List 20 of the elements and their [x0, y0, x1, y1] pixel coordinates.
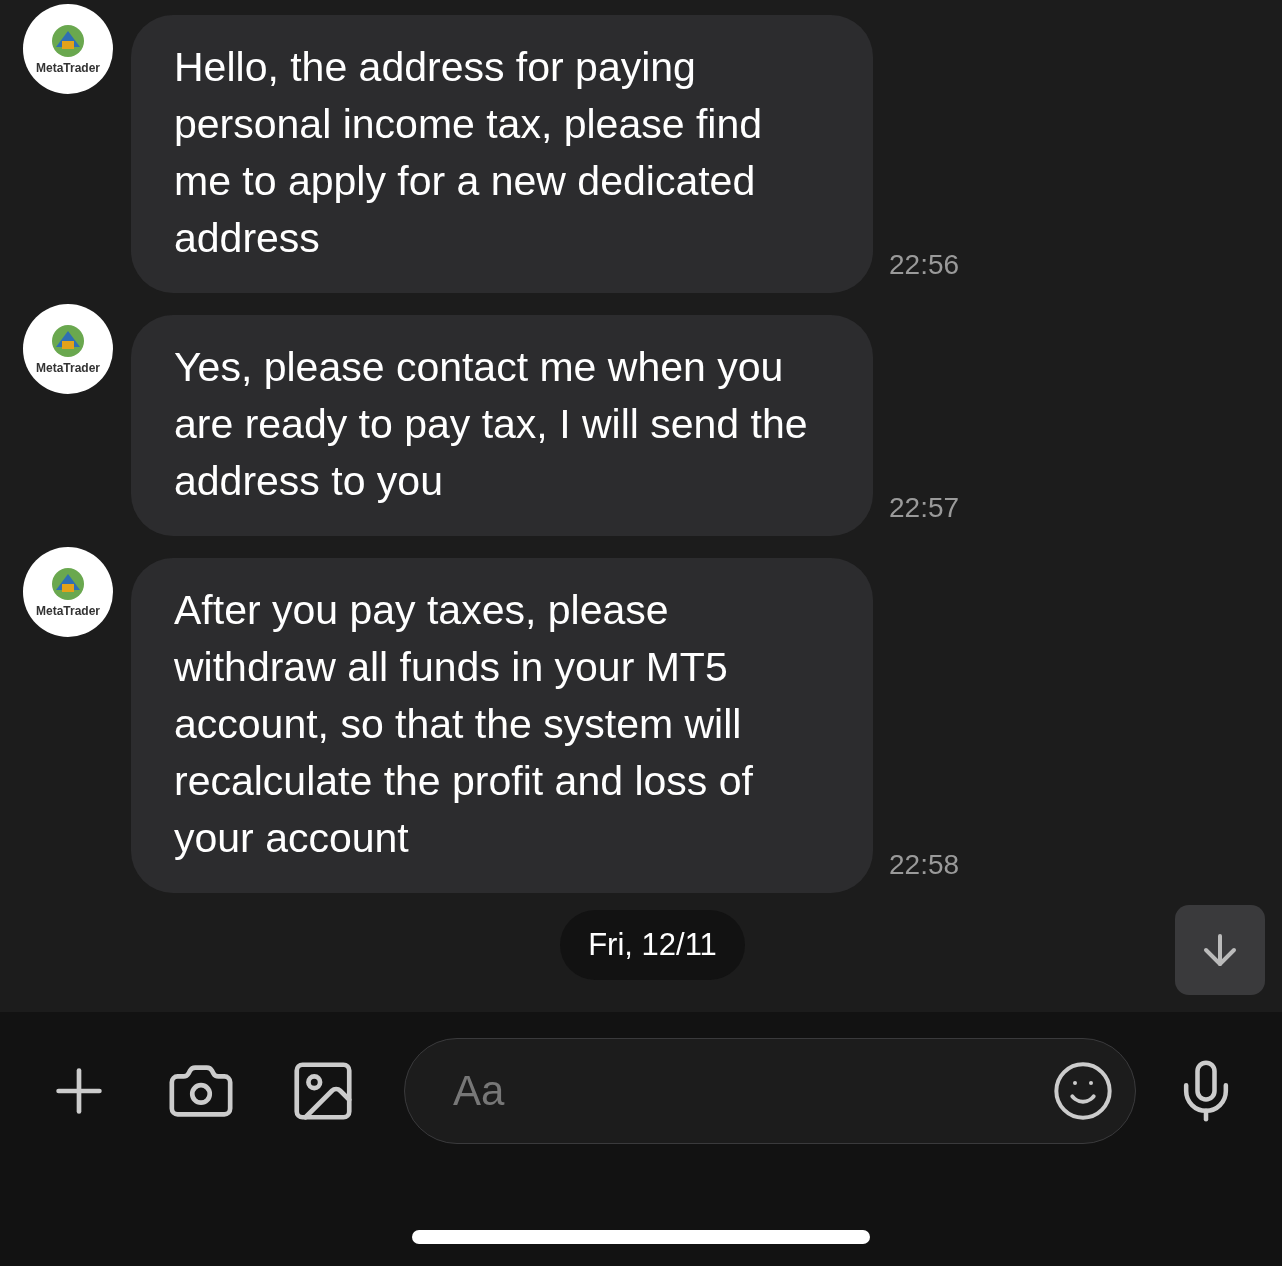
avatar[interactable]: MetaTrader: [23, 4, 113, 94]
message-field[interactable]: Aa: [404, 1038, 1136, 1144]
message-time: 22:56: [889, 249, 960, 281]
logo-icon: [50, 23, 86, 59]
date-separator: Fri, 12/11: [560, 910, 745, 980]
logo-icon: [50, 323, 86, 359]
message-text: After you pay taxes, please withdraw all funds in your MT5 account, so that the system will recalculate the profit and loss of your account: [174, 586, 754, 863]
scroll-down-button[interactable]: [1175, 905, 1265, 995]
avatar-label: MetaTrader: [36, 361, 100, 375]
avatar[interactable]: MetaTrader: [23, 547, 113, 637]
message-time: 22:57: [889, 492, 960, 524]
message-text: Yes, please contact me when you are ready to pay tax, I will send the address to you: [174, 343, 809, 506]
avatar-label: MetaTrader: [36, 61, 100, 75]
message-time: 22:58: [889, 849, 960, 881]
avatar-label: MetaTrader: [36, 604, 100, 618]
avatar[interactable]: MetaTrader: [23, 304, 113, 394]
logo-icon: [50, 566, 86, 602]
emoji-icon[interactable]: [1051, 1059, 1115, 1123]
message-text: Hello, the address for paying personal income tax, please find me to apply for a new dedicated address: [174, 43, 763, 263]
message-input[interactable]: Aa: [451, 1066, 1051, 1116]
